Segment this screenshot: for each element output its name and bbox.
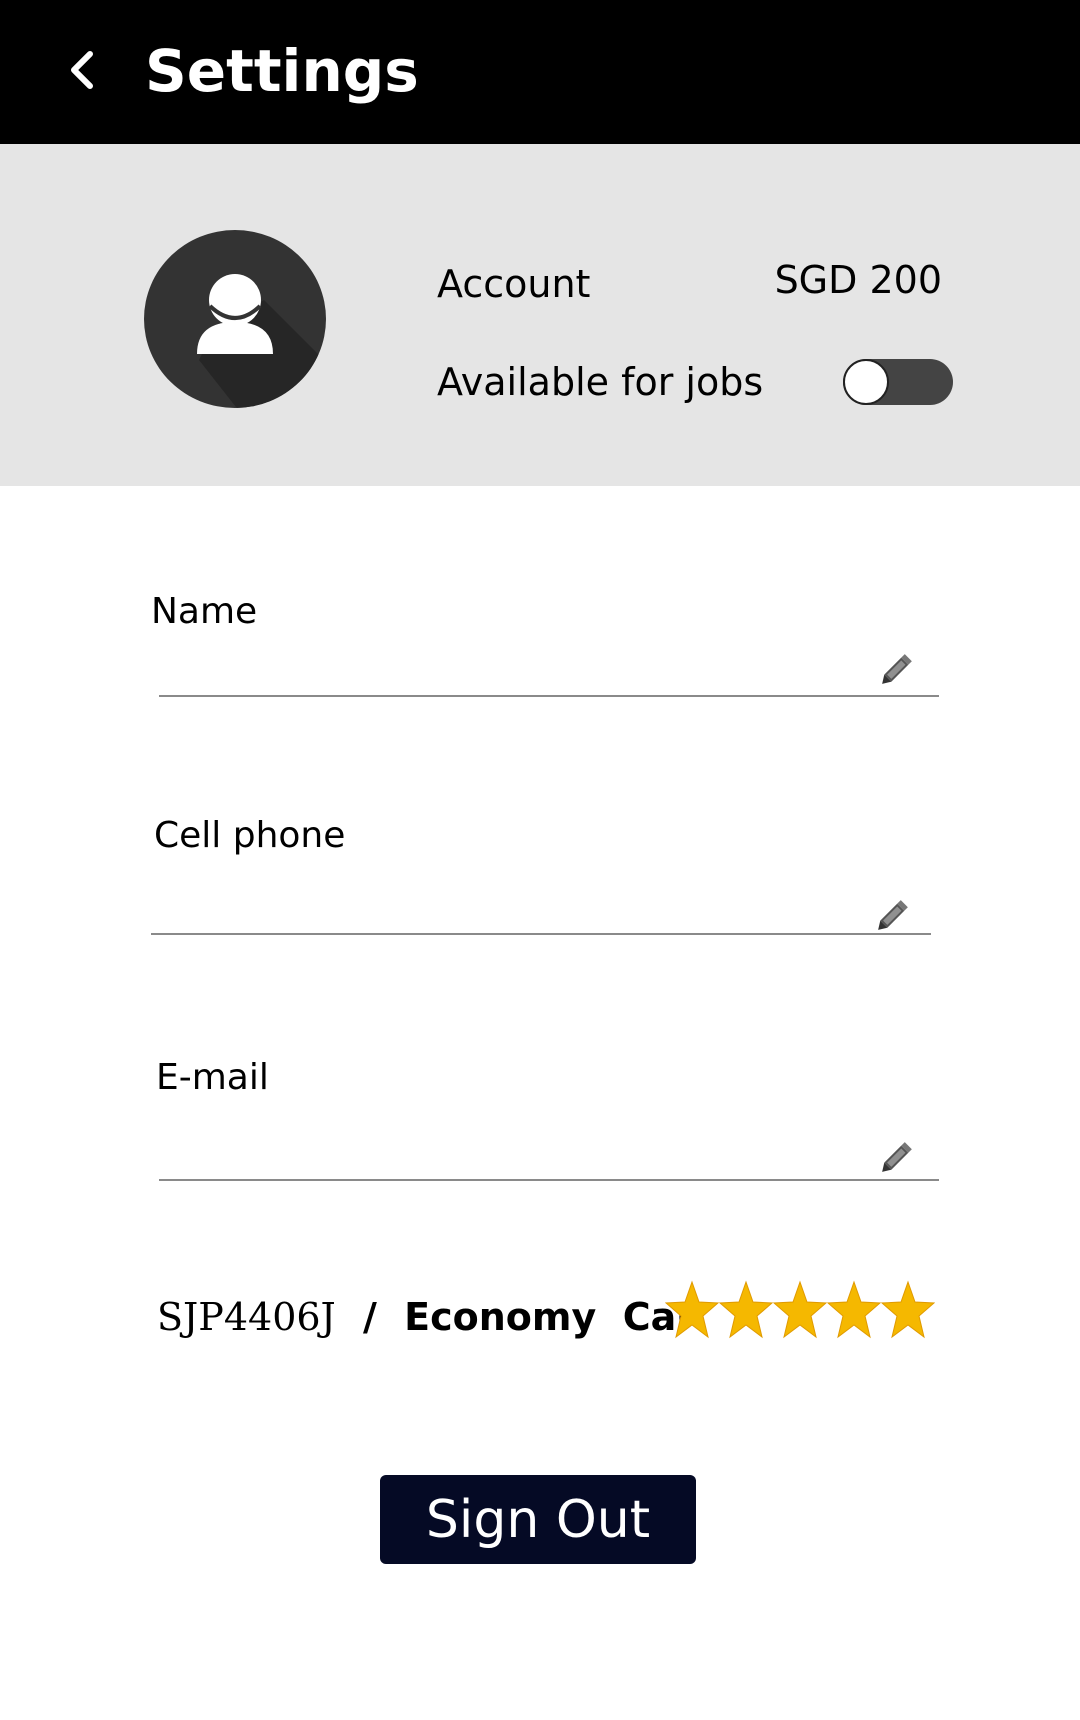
star-icon bbox=[773, 1280, 827, 1339]
app-bar: Settings bbox=[0, 0, 1080, 144]
available-for-jobs-toggle[interactable] bbox=[843, 359, 953, 405]
sign-out-button[interactable]: Sign Out bbox=[380, 1475, 696, 1564]
back-button[interactable] bbox=[62, 42, 102, 98]
email-underline bbox=[159, 1179, 939, 1181]
name-underline bbox=[159, 695, 939, 697]
account-balance: SGD 200 bbox=[774, 258, 942, 302]
phone-input[interactable] bbox=[152, 882, 852, 928]
vehicle-info: SJP4406J / Economy Car bbox=[157, 1292, 695, 1342]
page-title: Settings bbox=[145, 37, 419, 105]
available-for-jobs-label: Available for jobs bbox=[437, 360, 764, 404]
star-icon bbox=[719, 1280, 773, 1339]
phone-label: Cell phone bbox=[154, 815, 346, 856]
name-label: Name bbox=[151, 591, 258, 632]
chevron-left-icon bbox=[71, 51, 93, 89]
star-icon bbox=[881, 1280, 935, 1339]
account-label: Account bbox=[437, 262, 591, 306]
email-label: E-mail bbox=[156, 1057, 269, 1098]
profile-panel: Account SGD 200 Available for jobs bbox=[0, 144, 1080, 486]
vehicle-separator: / bbox=[363, 1295, 377, 1339]
pencil-icon[interactable] bbox=[878, 1138, 916, 1176]
star-icon bbox=[827, 1280, 881, 1339]
rating-stars bbox=[665, 1280, 935, 1344]
toggle-knob bbox=[843, 359, 889, 405]
user-avatar-icon[interactable] bbox=[144, 230, 326, 408]
vehicle-plate: SJP4406J bbox=[157, 1295, 336, 1339]
vehicle-type: Economy Car bbox=[404, 1295, 695, 1339]
pencil-icon[interactable] bbox=[874, 896, 912, 934]
phone-underline bbox=[151, 933, 931, 935]
email-input[interactable] bbox=[160, 1128, 860, 1174]
name-input[interactable] bbox=[160, 644, 860, 690]
pencil-icon[interactable] bbox=[878, 650, 916, 688]
star-icon bbox=[665, 1280, 719, 1339]
